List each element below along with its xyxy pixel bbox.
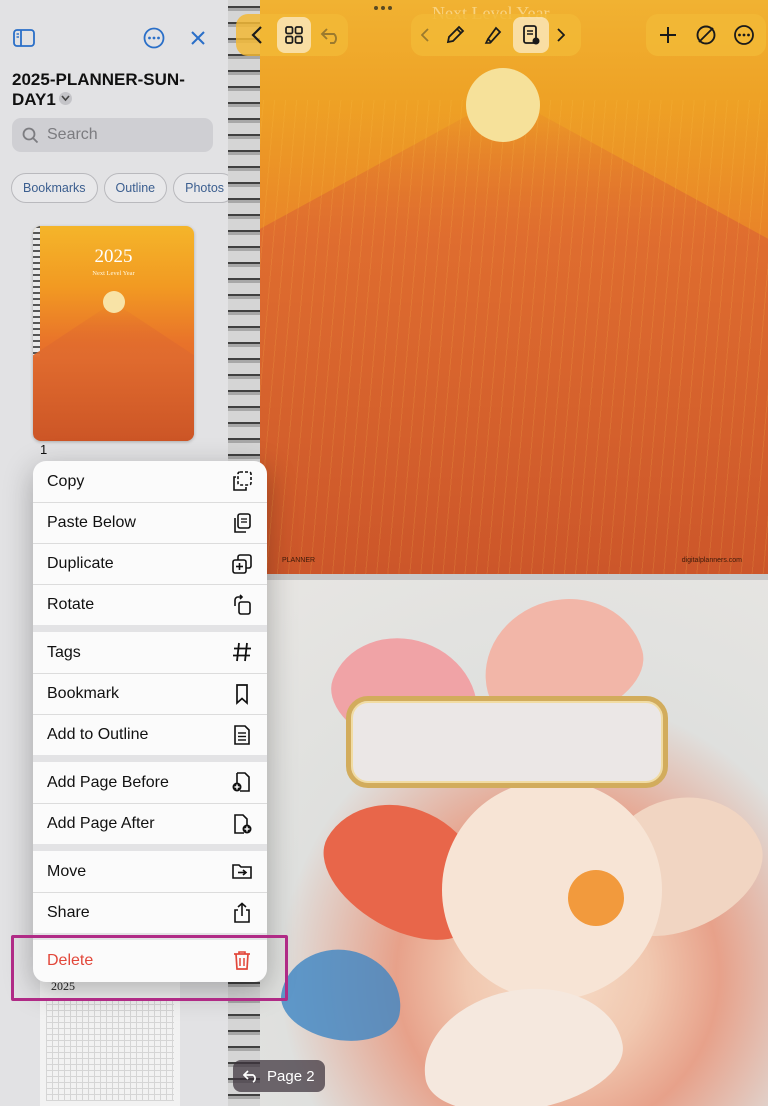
thumbnail-sun [103, 291, 125, 313]
hide-tools-icon[interactable] [688, 17, 724, 53]
page-1[interactable]: Next Level Year PLANNER digitalplanners.… [242, 0, 768, 574]
back-icon[interactable] [240, 17, 275, 53]
menu-item-bookmark[interactable]: Bookmark [33, 673, 267, 714]
page-2[interactable] [242, 580, 768, 1106]
flower-petal [413, 973, 631, 1106]
document-title-text: 2025-PLANNER-SUN-DAY1 [12, 70, 185, 109]
menu-item-add-page-before[interactable]: Add Page Before [33, 762, 267, 803]
more-options-icon[interactable] [140, 22, 168, 54]
grid-icon[interactable] [276, 17, 312, 53]
page-indicator[interactable]: Page 2 [233, 1060, 325, 1092]
move-folder-icon [231, 860, 253, 882]
hashtag-icon [231, 641, 253, 663]
menu-item-label: Paste Below [47, 514, 136, 531]
undo-icon[interactable] [313, 17, 348, 53]
page-1-footer-left: PLANNER [282, 557, 316, 564]
menu-item-label: Add to Outline [47, 726, 149, 743]
page-1-rays [242, 100, 768, 574]
menu-item-rotate[interactable]: Rotate [33, 584, 267, 625]
toolbar-right [646, 14, 766, 56]
menu-item-label: Add Page Before [47, 773, 169, 791]
menu-item-label: Share [47, 904, 90, 921]
filter-chips: Bookmarks Outline Photos [11, 173, 228, 203]
drag-handle[interactable] [374, 6, 392, 10]
next-icon[interactable] [551, 17, 571, 53]
outline-icon [231, 724, 253, 746]
page-context-menu: Copy Paste Below Duplicate Rotate Tags B… [33, 461, 267, 982]
document-title[interactable]: 2025-PLANNER-SUN-DAY1 [12, 70, 212, 110]
menu-item-move[interactable]: Move [33, 851, 267, 892]
sidebar-header [10, 22, 216, 54]
rotate-icon [231, 594, 253, 616]
menu-item-label: Move [47, 862, 87, 880]
thumbnail-page-number: 1 [40, 442, 48, 457]
flower-center [568, 870, 624, 926]
menu-item-label: Rotate [47, 596, 95, 613]
search-placeholder: Search [47, 126, 98, 143]
prev-icon[interactable] [415, 17, 435, 53]
toolbar-center [411, 14, 581, 56]
page-indicator-label: Page 2 [267, 1067, 315, 1085]
menu-item-add-to-outline[interactable]: Add to Outline [33, 714, 267, 755]
chevron-down-icon[interactable] [58, 92, 72, 106]
chip-photos[interactable]: Photos [173, 173, 228, 203]
calendar-grid [46, 1001, 174, 1101]
menu-item-label: Bookmark [47, 685, 120, 702]
flower-petal [442, 780, 662, 1000]
paste-icon [231, 512, 253, 534]
sidebar-toggle-icon[interactable] [10, 22, 38, 54]
close-icon[interactable] [184, 22, 212, 54]
page-thumbnail-1[interactable]: 2025 Next Level Year [33, 226, 194, 441]
menu-separator [33, 625, 267, 632]
flower-petal [275, 940, 409, 1050]
bookmark-icon [231, 683, 253, 705]
share-icon [231, 902, 253, 924]
more-icon[interactable] [726, 17, 762, 53]
menu-item-label: Duplicate [47, 555, 114, 572]
menu-item-tags[interactable]: Tags [33, 632, 267, 673]
menu-item-add-page-after[interactable]: Add Page After [33, 803, 267, 844]
chip-outline[interactable]: Outline [103, 173, 168, 203]
menu-item-copy[interactable]: Copy [33, 461, 267, 502]
duplicate-icon [231, 553, 253, 575]
delete-highlight-annotation [11, 935, 288, 1001]
add-page-after-icon [231, 813, 253, 835]
add-icon[interactable] [650, 17, 686, 53]
menu-separator [33, 755, 267, 762]
document-canvas[interactable]: Next Level Year PLANNER digitalplanners.… [228, 0, 768, 1106]
menu-item-label: Copy [47, 472, 85, 490]
return-icon [243, 1070, 256, 1083]
copy-icon [231, 470, 253, 492]
thumbnail-year: 2025 [94, 246, 133, 267]
add-page-before-icon [231, 771, 253, 793]
search-icon [22, 127, 39, 143]
menu-separator [33, 844, 267, 851]
search-field[interactable]: Search [12, 118, 213, 152]
page-1-footer-right: digitalplanners.com [681, 557, 742, 564]
chip-bookmarks[interactable]: Bookmarks [11, 173, 98, 203]
cover-label-box[interactable] [346, 696, 668, 788]
highlighter-icon[interactable] [475, 17, 511, 53]
notebook-edit-icon[interactable] [513, 17, 549, 53]
pen-icon[interactable] [437, 17, 473, 53]
menu-item-share[interactable]: Share [33, 892, 267, 933]
menu-item-paste-below[interactable]: Paste Below [33, 502, 267, 543]
menu-item-label: Add Page After [47, 815, 155, 832]
menu-item-label: Tags [47, 643, 81, 661]
page-1-sun [466, 68, 540, 142]
menu-item-duplicate[interactable]: Duplicate [33, 543, 267, 584]
thumbnail-artwork [33, 302, 194, 441]
thumbnail-subtitle: Next Level Year [92, 270, 135, 277]
toolbar-left [236, 14, 348, 56]
